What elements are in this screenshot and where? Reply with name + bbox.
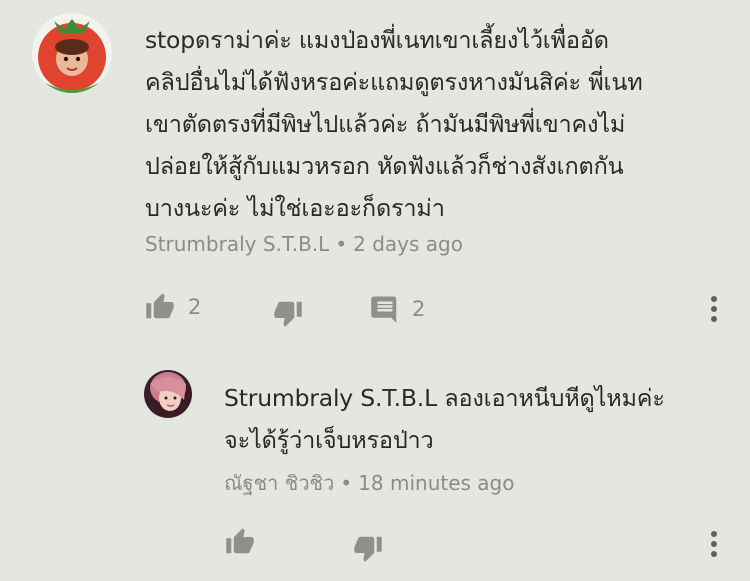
comment-body: stopดราม่าค่ะ แมงป่องพี่เนทเขาเลี้ยงไว้เ…	[145, 19, 735, 229]
reply-dislike-button[interactable]	[352, 533, 384, 563]
meta-separator: •	[340, 471, 353, 495]
like-count: 2	[188, 295, 202, 319]
comment-line: คลิปอื่นไม่ได้ฟังหรอค่ะแถมดูตรงหางมันสิค…	[145, 68, 643, 96]
reply-avatar[interactable]	[144, 370, 192, 418]
reply-meta: ณัฐชา ชิวชิว • 18 minutes ago	[224, 467, 514, 499]
reply-avatar-image	[144, 370, 192, 418]
reply-more-options-button[interactable]	[704, 529, 724, 559]
tomato-avatar-image	[32, 13, 112, 93]
reply-line: จะได้รู้ว่าเจ็บหรอป่าว	[224, 426, 434, 454]
comment-icon	[370, 294, 400, 324]
reply-count: 2	[412, 297, 426, 321]
reply-time: 18 minutes ago	[358, 471, 515, 495]
reply-body: Strumbraly S.T.B.L ลองเอาหนีบหีดูไหมค่ะ …	[224, 377, 734, 461]
more-options-button[interactable]	[704, 294, 724, 324]
dislike-button[interactable]	[272, 298, 304, 328]
thumbs-up-icon	[144, 292, 176, 322]
comment-meta: Strumbraly S.T.B.L • 2 days ago	[145, 232, 463, 256]
more-vert-icon	[704, 529, 724, 559]
comment-line: stopดราม่าค่ะ แมงป่องพี่เนทเขาเลี้ยงไว้เ…	[145, 26, 609, 54]
more-vert-icon	[704, 294, 724, 324]
comment-line: เขาตัดตรงที่มีพิษไปแล้วค่ะ ถ้ามันมีพิษพี…	[145, 110, 626, 138]
reply-line: Strumbraly S.T.B.L ลองเอาหนีบหีดูไหมค่ะ	[224, 384, 665, 412]
thumbs-up-icon	[224, 527, 256, 557]
comment-author[interactable]: Strumbraly S.T.B.L	[145, 232, 329, 256]
comment-line: ปล่อยให้สู้กับแมวหรอก หัดฟังแล้วก็ช่างสั…	[145, 152, 624, 180]
thumbs-down-icon	[352, 533, 384, 563]
reply-author[interactable]: ณัฐชา ชิวชิว	[224, 471, 334, 495]
reply-button[interactable]: 2	[370, 294, 425, 324]
comment-line: บางนะค่ะ ไม่ใช่เอะอะก็ดราม่า	[145, 194, 445, 222]
meta-separator: •	[335, 232, 348, 256]
like-button[interactable]: 2	[144, 292, 201, 322]
comment-time: 2 days ago	[353, 232, 463, 256]
thumbs-down-icon	[272, 298, 304, 328]
commenter-avatar[interactable]	[32, 13, 112, 93]
reply-like-button[interactable]	[224, 527, 256, 557]
